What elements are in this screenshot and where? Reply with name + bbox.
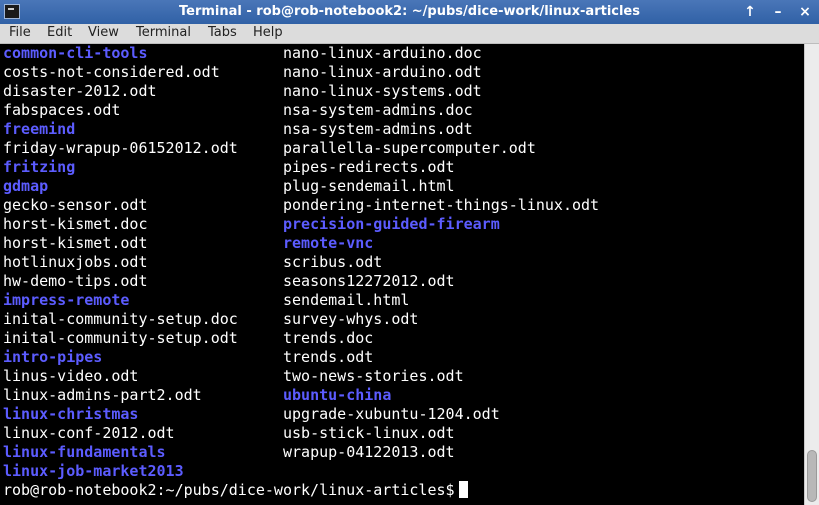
file-entry: horst-kismet.odt <box>3 234 148 252</box>
title-bar[interactable]: Terminal - rob@rob-notebook2: ~/pubs/dic… <box>0 0 819 24</box>
prompt-line[interactable]: rob@rob-notebook2:~/pubs/dice-work/linux… <box>3 481 468 500</box>
menu-file[interactable]: File <box>9 25 31 40</box>
close-button[interactable]: × <box>796 3 814 21</box>
file-entry: linus-video.odt <box>3 367 139 385</box>
minimize-button[interactable]: – <box>769 3 787 21</box>
directory-entry: precision-guided-firearm <box>283 215 500 233</box>
file-entry: pondering-internet-things-linux.odt <box>283 196 600 214</box>
menu-bar: File Edit View Terminal Tabs Help <box>0 24 819 44</box>
file-entry: linux-conf-2012.odt <box>3 424 175 442</box>
window-title: Terminal - rob@rob-notebook2: ~/pubs/dic… <box>179 4 640 19</box>
directory-entry: linux-job-market2013 <box>3 462 184 480</box>
file-entry: parallella-supercomputer.odt <box>283 139 536 157</box>
menu-edit[interactable]: Edit <box>47 25 72 40</box>
file-entry: fabspaces.odt <box>3 101 121 119</box>
file-entry: inital-community-setup.odt <box>3 329 238 347</box>
file-entry: friday-wrapup-06152012.odt <box>3 139 238 157</box>
file-entry: scribus.odt <box>283 253 383 271</box>
file-entry: upgrade-xubuntu-1204.odt <box>283 405 500 423</box>
directory-entry: common-cli-tools <box>3 44 148 62</box>
menu-view[interactable]: View <box>88 25 119 40</box>
file-entry: disaster-2012.odt <box>3 82 157 100</box>
file-entry: seasons12272012.odt <box>283 272 455 290</box>
file-entry: horst-kismet.doc <box>3 215 148 233</box>
file-entry: gecko-sensor.odt <box>3 196 148 214</box>
file-entry: hw-demo-tips.odt <box>3 272 148 290</box>
text-cursor <box>458 481 468 498</box>
file-entry: sendemail.html <box>283 291 410 309</box>
terminal-output[interactable]: common-cli-tools costs-not-considered.odt… <box>0 44 804 505</box>
directory-entry: intro-pipes <box>3 348 103 366</box>
file-entry: inital-community-setup.doc <box>3 310 238 328</box>
listing-column-2: nano-linux-arduino.doc nano-linux-arduino… <box>283 44 599 462</box>
menu-terminal[interactable]: Terminal <box>136 25 191 40</box>
file-entry: linux-admins-part2.odt <box>3 386 202 404</box>
menu-help[interactable]: Help <box>253 25 283 40</box>
file-entry: usb-stick-linux.odt <box>283 424 455 442</box>
shell-prompt: rob@rob-notebook2:~/pubs/dice-work/linux… <box>3 481 455 499</box>
listing-column-1: common-cli-tools costs-not-considered.odt… <box>3 44 238 481</box>
directory-entry: freemind <box>3 120 76 138</box>
file-entry: nsa-system-admins.doc <box>283 101 473 119</box>
directory-entry: impress-remote <box>3 291 130 309</box>
file-entry: trends.doc <box>283 329 374 347</box>
keep-above-button[interactable]: ↑ <box>741 3 759 21</box>
directory-entry: linux-christmas <box>3 405 139 423</box>
menu-tabs[interactable]: Tabs <box>208 25 237 40</box>
terminal-window: Terminal - rob@rob-notebook2: ~/pubs/dic… <box>0 0 819 505</box>
file-entry: pipes-redirects.odt <box>283 158 455 176</box>
file-entry: trends.odt <box>283 348 374 366</box>
file-entry: nsa-system-admins.odt <box>283 120 473 138</box>
file-entry: survey-whys.odt <box>283 310 419 328</box>
directory-entry: remote-vnc <box>283 234 374 252</box>
directory-entry: gdmap <box>3 177 49 195</box>
scrollbar[interactable] <box>804 44 819 505</box>
directory-entry: fritzing <box>3 158 76 176</box>
file-entry: nano-linux-systems.odt <box>283 82 482 100</box>
directory-entry: ubuntu-china <box>283 386 392 404</box>
file-entry: hotlinuxjobs.odt <box>3 253 148 271</box>
file-entry: two-news-stories.odt <box>283 367 464 385</box>
file-entry: wrapup-04122013.odt <box>283 443 455 461</box>
directory-entry: linux-fundamentals <box>3 443 166 461</box>
scrollbar-thumb[interactable] <box>807 450 817 502</box>
file-entry: nano-linux-arduino.odt <box>283 63 482 81</box>
file-entry: plug-sendemail.html <box>283 177 455 195</box>
file-entry: nano-linux-arduino.doc <box>283 44 482 62</box>
file-entry: costs-not-considered.odt <box>3 63 220 81</box>
